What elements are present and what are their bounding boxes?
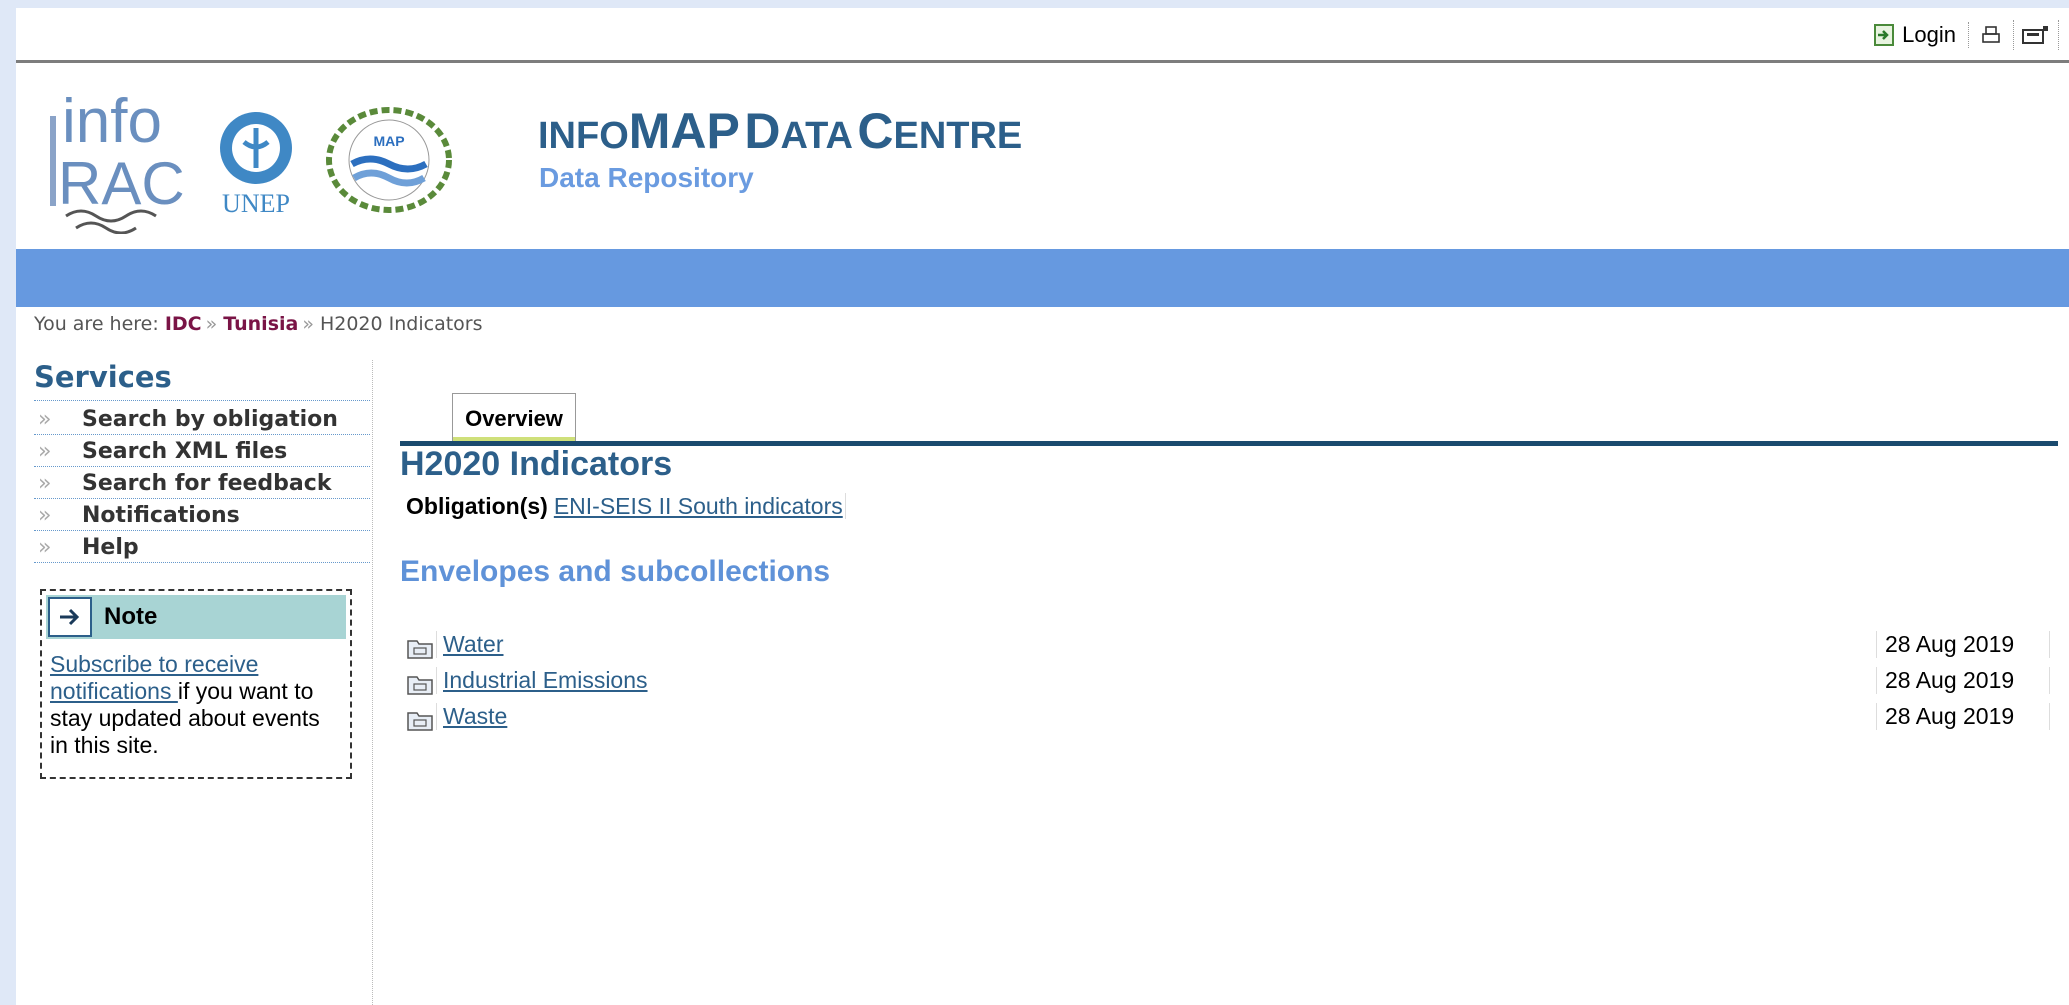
sidebar-item-label: Search by obligation — [82, 407, 338, 432]
page-title: H2020 Indicators — [400, 445, 673, 483]
sidebar-item-search-by-obligation[interactable]: » Search by obligation — [34, 403, 370, 435]
bullet-icon: » — [38, 471, 52, 496]
folder-icon[interactable] — [406, 708, 434, 732]
breadcrumb-prefix: You are here: — [34, 313, 159, 335]
services-title: Services — [34, 360, 370, 401]
sidebar-item-search-for-feedback[interactable]: » Search for feedback — [34, 467, 370, 499]
sidebar-item-label: Help — [82, 535, 139, 560]
folder-icon[interactable] — [406, 672, 434, 696]
header-band — [16, 249, 2069, 307]
bullet-icon: » — [38, 407, 52, 432]
envelope-date: 28 Aug 2019 — [1876, 631, 2050, 658]
top-links: Login — [1872, 20, 2059, 50]
sidebar-divider — [372, 360, 374, 1005]
breadcrumb-link-tunisia[interactable]: Tunisia — [223, 313, 298, 335]
print-icon — [1982, 26, 2000, 43]
envelope-link-industrial-emissions[interactable]: Industrial Emissions — [436, 667, 648, 694]
site-header: info RAC UNEP MAP INFOMAP DATA CENTRE Da… — [16, 66, 2069, 254]
inforac-logo[interactable]: info RAC — [46, 86, 196, 234]
breadcrumb-separator: » — [205, 313, 218, 335]
fullscreen-icon — [2022, 26, 2048, 44]
arrow-right-icon — [48, 597, 92, 637]
note-body: Subscribe to receive notifications if yo… — [46, 639, 346, 773]
login-icon — [1874, 24, 1895, 46]
list-item: Waste 28 Aug 2019 — [400, 701, 2058, 737]
obligation-line: Obligation(s) ENI-SEIS II South indicator… — [406, 493, 846, 520]
note-box: Note Subscribe to receive notifications … — [40, 589, 352, 779]
sidebar: Services » Search by obligation » Search… — [34, 360, 370, 779]
login-label: Login — [1902, 22, 1956, 47]
site-subtitle: Data Repository — [539, 162, 754, 193]
svg-text:info: info — [62, 87, 162, 156]
envelope-date: 28 Aug 2019 — [1876, 703, 2050, 730]
obligation-label: Obligation(s) — [406, 493, 548, 519]
list-item: Industrial Emissions 28 Aug 2019 — [400, 665, 2058, 701]
note-title: Note — [104, 603, 158, 630]
sidebar-item-search-xml-files[interactable]: » Search XML files — [34, 435, 370, 467]
unep-logo[interactable]: UNEP — [206, 108, 306, 218]
sidebar-item-notifications[interactable]: » Notifications — [34, 499, 370, 531]
sidebar-item-help[interactable]: » Help — [34, 531, 370, 563]
bullet-icon: » — [38, 535, 52, 560]
tab-overview[interactable]: Overview — [452, 393, 576, 443]
svg-text:RAC: RAC — [58, 150, 185, 217]
login-link[interactable]: Login — [1872, 22, 1969, 48]
breadcrumb-current: H2020 Indicators — [319, 313, 483, 335]
sidebar-item-label: Notifications — [82, 503, 240, 528]
breadcrumb-separator: » — [302, 313, 314, 335]
folder-icon[interactable] — [406, 636, 434, 660]
sidebar-item-label: Search for feedback — [82, 471, 332, 496]
bullet-icon: » — [38, 503, 52, 528]
obligation-link[interactable]: ENI-SEIS II South indicators — [553, 493, 846, 519]
envelope-date: 28 Aug 2019 — [1876, 667, 2050, 694]
svg-text:MAP: MAP — [373, 133, 404, 149]
fullscreen-button[interactable] — [2014, 20, 2059, 50]
section-title: Envelopes and subcollections — [400, 555, 831, 588]
envelope-list: Water 28 Aug 2019 Industrial Emissions 2… — [400, 629, 2058, 737]
site-title: INFOMAP DATA CENTRE — [538, 103, 1023, 159]
bullet-icon: » — [38, 439, 52, 464]
envelope-link-water[interactable]: Water — [436, 631, 504, 658]
note-header: Note — [46, 595, 346, 639]
page: Login info RAC UNEP MAP INFOMAP DATA CEN… — [16, 8, 2069, 1005]
list-item: Water 28 Aug 2019 — [400, 629, 2058, 665]
breadcrumb-link-idc[interactable]: IDC — [165, 313, 202, 335]
envelope-link-waste[interactable]: Waste — [436, 703, 507, 730]
sidebar-item-label: Search XML files — [82, 439, 288, 464]
top-bar: Login — [16, 8, 2069, 63]
breadcrumb: You are here: IDC» Tunisia» H2020 Indicato… — [34, 313, 483, 335]
print-button[interactable] — [1969, 20, 2014, 50]
svg-text:UNEP: UNEP — [222, 189, 290, 218]
map-logo[interactable]: MAP — [324, 106, 454, 214]
